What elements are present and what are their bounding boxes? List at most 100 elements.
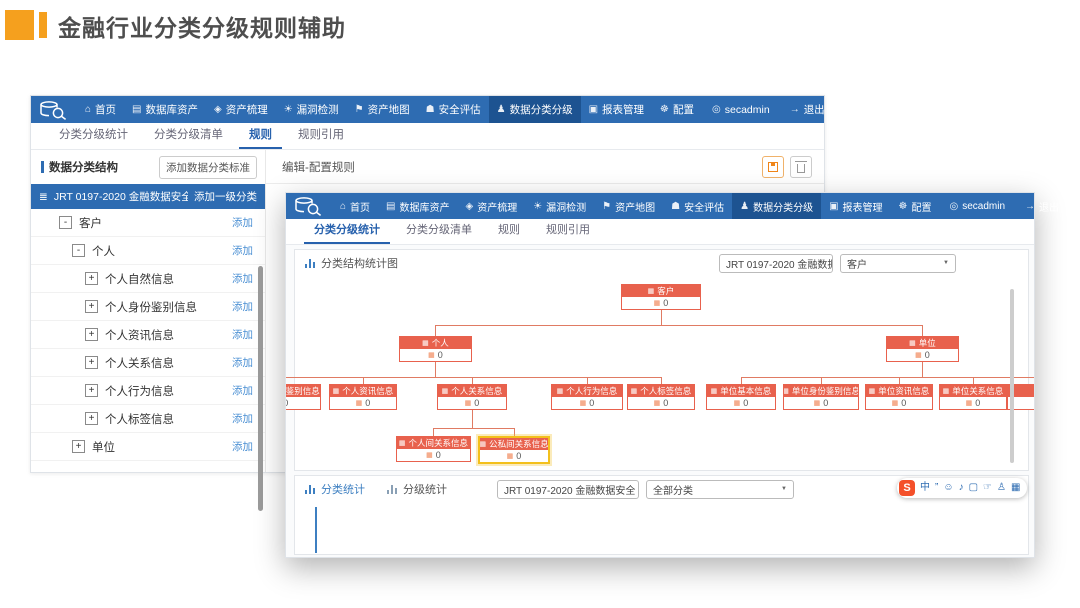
count-icon: ▦: [426, 452, 433, 459]
sogou-logo[interactable]: S: [899, 480, 915, 496]
app-logo[interactable]: [31, 96, 77, 123]
org-node[interactable]: ▦ 客户 ▦ 0: [621, 284, 701, 310]
org-node[interactable]: ▦ 单位身份鉴别信息 ▦ 0: [783, 384, 859, 410]
tree-row[interactable]: - 个人 添加: [31, 237, 265, 265]
nav-item[interactable]: ⌂ 首页: [332, 193, 378, 219]
org-node[interactable]: ▦ 个人标签信息 ▦ 0: [627, 384, 695, 410]
grading-standard-select[interactable]: JRT 0197-2020 金融数据安全 数据安全分级▼: [497, 479, 639, 499]
nav-item[interactable]: ▤ 数据库资产: [378, 193, 457, 219]
tab-item[interactable]: 分类分级清单: [396, 221, 482, 244]
expand-toggle[interactable]: +: [72, 440, 85, 453]
add-subcategory-link[interactable]: 添加: [232, 327, 253, 342]
classification-stats-tab[interactable]: 分类统计: [305, 481, 365, 497]
add-level1-link[interactable]: 添加一级分类: [194, 189, 257, 204]
user-name: secadmin: [962, 200, 1006, 212]
org-node[interactable]: ▦ 个人行为信息 ▦ 0: [551, 384, 623, 410]
org-node[interactable]: ▦ 个人资讯信息 ▦ 0: [329, 384, 397, 410]
nav-item[interactable]: ▤ 数据库资产: [124, 96, 206, 123]
tree-row[interactable]: + 个人资讯信息 添加: [31, 321, 265, 349]
emoji-icon[interactable]: ☺: [943, 483, 953, 493]
org-node-label: 单位: [918, 338, 936, 348]
count-icon: ▦: [579, 400, 587, 407]
logout-button[interactable]: → 退出: [780, 96, 835, 123]
tab-active[interactable]: 规则: [239, 126, 282, 149]
nav-item[interactable]: ☀ 漏洞检测: [276, 96, 347, 123]
expand-toggle[interactable]: -: [72, 244, 85, 257]
expand-toggle[interactable]: -: [59, 216, 72, 229]
tree-row[interactable]: + 单位 添加: [31, 433, 265, 461]
user-menu[interactable]: ◎ secadmin: [702, 96, 780, 123]
toolbox-icon[interactable]: ▦: [1011, 483, 1020, 493]
org-node[interactable]: ▦ 单位 ▦ 0: [886, 336, 959, 362]
expand-toggle[interactable]: +: [85, 328, 98, 341]
standard-row[interactable]: ≣ JRT 0197-2020 金融数据安全... 添加一级分类: [31, 184, 265, 209]
add-subcategory-link[interactable]: 添加: [232, 243, 253, 258]
classification-tree: - 客户 添加 - 个人 添加 + 个人自然信息 添加 + 个人身份鉴别信息 添加 + 个人资讯信息 添加 +…: [31, 209, 265, 461]
tab-item[interactable]: 规则: [488, 221, 530, 244]
add-subcategory-link[interactable]: 添加: [232, 299, 253, 314]
org-node[interactable]: ▦ 个人间关系信息 ▦ 0: [396, 436, 471, 462]
nav-item[interactable]: ♟ 数据分类分级: [488, 96, 581, 123]
tab-item[interactable]: 规则引用: [536, 221, 600, 244]
logout-button[interactable]: → 退出: [1015, 193, 1069, 219]
add-subcategory-link[interactable]: 添加: [232, 411, 253, 426]
add-subcategory-link[interactable]: 添加: [232, 383, 253, 398]
nav-item[interactable]: ☸ 配置: [652, 96, 702, 123]
org-node[interactable]: ▦ 单位关系信息 ▦ 0: [939, 384, 1007, 410]
nav-item[interactable]: ☀ 漏洞检测: [525, 193, 594, 219]
nav-item[interactable]: ⚑ 资产地图: [594, 193, 663, 219]
nav-item[interactable]: ⌂ 首页: [77, 96, 124, 123]
nav-item[interactable]: ▣ 报表管理: [821, 193, 890, 219]
add-subcategory-link[interactable]: 添加: [232, 215, 253, 230]
tree-row[interactable]: + 个人标签信息 添加: [31, 405, 265, 433]
trash-icon[interactable]: [790, 155, 812, 178]
org-node[interactable]: ▦ 个人 ▦ 0: [399, 336, 472, 362]
org-node[interactable]: ▦ 单位资讯信息 ▦ 0: [865, 384, 933, 410]
punctuation-icon[interactable]: ”: [935, 483, 938, 493]
chinese-mode-icon[interactable]: 中: [920, 483, 930, 493]
nav-item[interactable]: ☗ 安全评估: [663, 193, 732, 219]
org-node[interactable]: ▦ 个人关系信息 ▦ 0: [437, 384, 507, 410]
nav-item[interactable]: ♟ 数据分类分级: [732, 193, 822, 219]
add-subcategory-link[interactable]: 添加: [232, 271, 253, 286]
tab-item[interactable]: 分类分级清单: [144, 126, 233, 149]
nav-item[interactable]: ☸ 配置: [891, 193, 940, 219]
expand-toggle[interactable]: +: [85, 272, 98, 285]
tree-row[interactable]: + 个人身份鉴别信息 添加: [31, 293, 265, 321]
voice-icon[interactable]: ♪: [959, 483, 964, 493]
tree-row[interactable]: - 客户 添加: [31, 209, 265, 237]
nav-item[interactable]: ◈ 资产梳理: [206, 96, 276, 123]
nav-item[interactable]: ◈ 资产梳理: [458, 193, 526, 219]
expand-toggle[interactable]: +: [85, 300, 98, 313]
tab-active[interactable]: 分类分级统计: [304, 221, 390, 244]
expand-toggle[interactable]: +: [85, 356, 98, 369]
org-node[interactable]: ▦ 公私间关系信息 ▦ 0: [478, 436, 550, 464]
skin-icon[interactable]: ♙: [997, 483, 1006, 493]
add-standard-button[interactable]: 添加数据分类标准: [159, 155, 257, 179]
user-menu[interactable]: ◎ secadmin: [940, 193, 1016, 219]
category-select[interactable]: 客户 ▼: [840, 253, 956, 273]
tree-row[interactable]: + 个人行为信息 添加: [31, 377, 265, 405]
sidebar-scrollbar[interactable]: [258, 266, 263, 511]
nav-item[interactable]: ☗ 安全评估: [418, 96, 489, 123]
add-subcategory-link[interactable]: 添加: [232, 355, 253, 370]
save-icon[interactable]: [762, 155, 784, 178]
org-node[interactable]: ▦个人身份鉴别信息▦0: [286, 384, 321, 410]
tab-item[interactable]: 规则引用: [288, 126, 354, 149]
soft-keyboard-icon[interactable]: ▢: [969, 483, 978, 493]
add-subcategory-link[interactable]: 添加: [232, 439, 253, 454]
grading-stats-tab[interactable]: 分级统计: [387, 481, 447, 497]
nav-item[interactable]: ▣ 报表管理: [581, 96, 652, 123]
app-logo[interactable]: [286, 193, 332, 219]
tree-row[interactable]: + 个人自然信息 添加: [31, 265, 265, 293]
org-node[interactable]: ▦ 单位基本信息 ▦ 0: [706, 384, 776, 410]
expand-toggle[interactable]: +: [85, 384, 98, 397]
standard-select[interactable]: JRT 0197-2020 金融数据安全 数据▼: [719, 253, 833, 273]
category-scope-select[interactable]: 全部分类 ▼: [646, 479, 794, 499]
chart-scrollbar[interactable]: [1010, 289, 1014, 463]
handwriting-icon[interactable]: ☞: [983, 483, 992, 493]
nav-item[interactable]: ⚑ 资产地图: [347, 96, 418, 123]
tab-item[interactable]: 分类分级统计: [49, 126, 138, 149]
tree-row[interactable]: + 个人关系信息 添加: [31, 349, 265, 377]
expand-toggle[interactable]: +: [85, 412, 98, 425]
